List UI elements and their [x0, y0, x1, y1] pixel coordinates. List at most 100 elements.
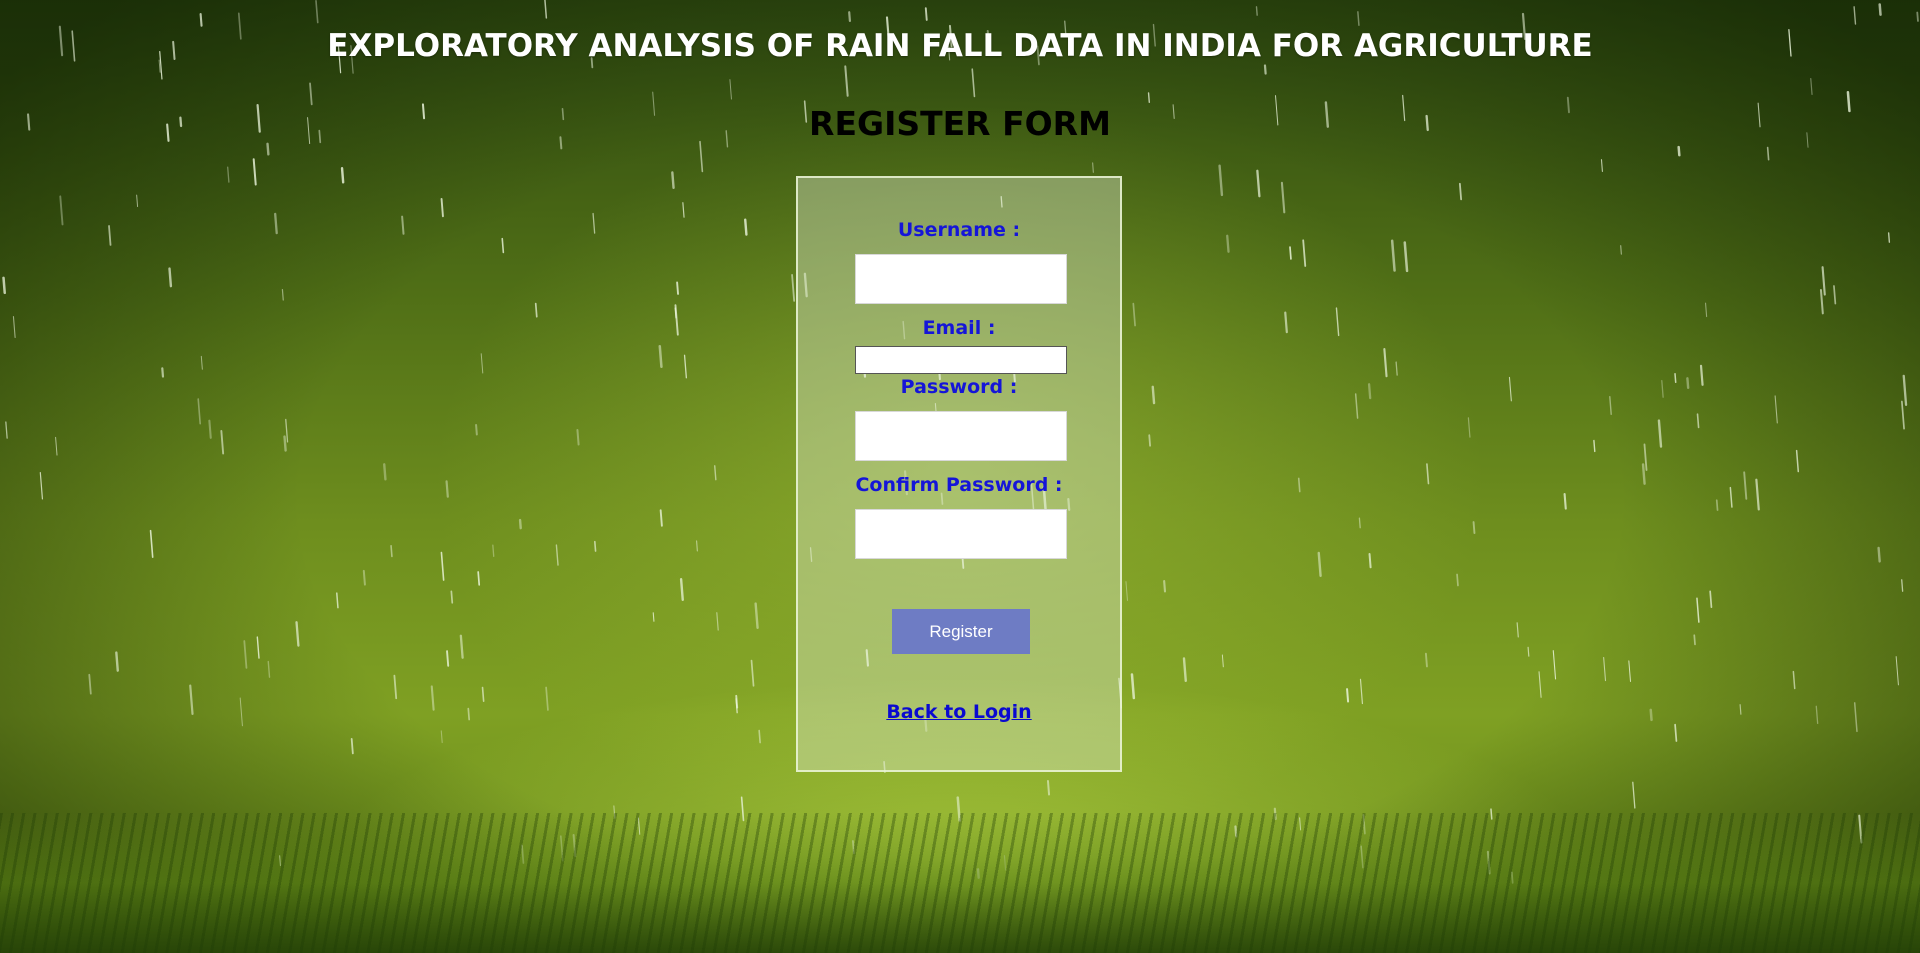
rain-streak — [1357, 11, 1360, 26]
rain-streak — [220, 429, 225, 455]
rain-streak — [1234, 825, 1238, 838]
confirm-password-label: Confirm Password : — [855, 474, 1063, 496]
rain-streak — [744, 218, 748, 236]
rain-streak — [12, 316, 16, 339]
rain-streak — [729, 79, 732, 100]
rain-streak — [1255, 6, 1258, 16]
rain-streak — [1151, 385, 1156, 405]
confirm-password-input[interactable] — [855, 509, 1067, 559]
rain-streak — [481, 686, 485, 702]
rain-streak — [445, 480, 449, 498]
rain-streak — [1810, 78, 1813, 95]
rain-streak — [1795, 449, 1800, 473]
rain-streak — [1125, 581, 1128, 601]
rain-streak — [1368, 553, 1372, 569]
rain-streak — [1709, 590, 1713, 609]
rain-streak — [1359, 678, 1364, 705]
rain-streak — [1895, 656, 1899, 686]
rain-streak — [1696, 413, 1700, 429]
rain-streak — [1273, 807, 1277, 820]
rain-streak — [1704, 302, 1708, 318]
rain-streak — [1092, 162, 1094, 173]
rain-streak — [285, 418, 289, 443]
rain-streak — [283, 435, 287, 452]
rain-streak — [1902, 374, 1908, 406]
rain-streak — [1661, 379, 1664, 398]
rain-streak — [1628, 660, 1631, 682]
rain-streak — [492, 544, 495, 557]
rain-streak — [1743, 471, 1748, 500]
rain-streak — [1132, 302, 1136, 327]
rain-streak — [1354, 393, 1359, 419]
rain-streak — [716, 612, 719, 631]
rain-streak — [1516, 622, 1519, 638]
rain-streak — [1403, 241, 1409, 273]
rain-streak — [1821, 266, 1826, 296]
rain-streak — [1815, 705, 1819, 725]
rain-streak — [440, 197, 444, 218]
rain-streak — [401, 215, 405, 235]
rain-streak — [168, 267, 173, 288]
rain-streak — [393, 674, 398, 700]
rain-streak — [848, 11, 852, 23]
rain-streak — [1901, 579, 1904, 592]
rain-streak — [1456, 573, 1459, 587]
rain-streak — [1147, 92, 1151, 103]
rain-streak — [1182, 657, 1187, 683]
rain-streak — [1833, 285, 1837, 305]
site-title: EXPLORATORY ANALYSIS OF RAIN FALL DATA I… — [327, 28, 1593, 64]
rain-streak — [350, 738, 354, 755]
rain-streak — [1620, 245, 1622, 255]
rain-streak — [1600, 159, 1603, 173]
rain-streak — [208, 419, 212, 439]
rain-streak — [227, 166, 230, 183]
rain-streak — [1358, 517, 1361, 529]
rain-streak — [390, 545, 393, 558]
rain-streak — [252, 158, 257, 186]
rain-streak — [197, 398, 201, 425]
register-button[interactable]: Register — [892, 609, 1030, 654]
rain-streak — [740, 796, 745, 822]
rain-streak — [1256, 169, 1261, 198]
email-input[interactable] — [855, 346, 1067, 374]
rain-streak — [136, 194, 139, 208]
password-input[interactable] — [855, 411, 1067, 461]
rain-streak — [1297, 477, 1301, 493]
rain-streak — [576, 429, 580, 446]
rain-streak — [1538, 671, 1542, 698]
rain-streak — [430, 685, 435, 711]
rain-streak — [560, 835, 564, 862]
rain-streak — [440, 551, 445, 581]
rain-streak — [1148, 434, 1151, 447]
rain-streak — [735, 694, 739, 709]
rain-streak — [1878, 3, 1882, 16]
rain-streak — [1858, 814, 1863, 844]
back-to-login-link[interactable]: Back to Login — [798, 701, 1120, 723]
rain-streak — [674, 304, 679, 336]
rain-streak — [695, 540, 698, 552]
rain-streak — [1472, 521, 1476, 534]
rain-streak — [243, 640, 248, 669]
rain-streak — [521, 844, 525, 864]
rain-streak — [501, 237, 505, 254]
rain-streak — [714, 465, 717, 481]
rain-streak — [1643, 443, 1648, 471]
rain-streak — [362, 569, 366, 586]
rain-streak — [450, 590, 454, 604]
username-input[interactable] — [855, 254, 1067, 304]
rain-streak — [440, 730, 443, 744]
rain-streak — [852, 840, 855, 855]
rain-streak — [1458, 182, 1463, 201]
rain-streak — [279, 855, 281, 867]
rain-streak — [336, 592, 339, 609]
rain-streak — [267, 660, 271, 678]
rain-streak — [446, 650, 450, 667]
rain-streak — [1916, 11, 1919, 22]
rain-streak — [200, 355, 203, 370]
rain-streak — [699, 140, 704, 173]
rain-streak — [1302, 239, 1307, 267]
rain-streak — [309, 82, 313, 106]
rain-streak — [1901, 400, 1905, 430]
rain-streak — [115, 651, 119, 672]
rain-streak — [55, 436, 58, 456]
